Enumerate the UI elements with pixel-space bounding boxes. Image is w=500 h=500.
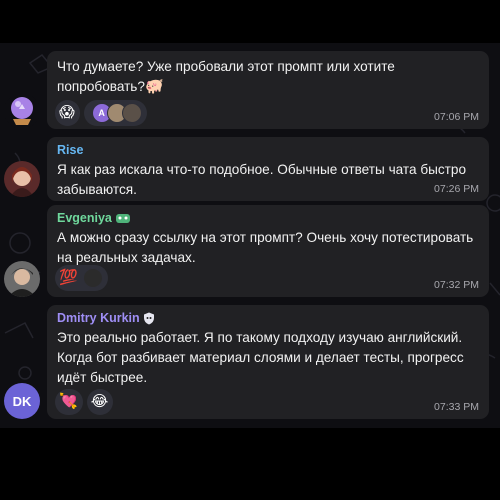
message-bubble[interactable]: Evgeniya А можно сразу ссылку на этот пр… [47,205,489,297]
reactor-avatar [82,268,103,288]
avatar-dk[interactable]: DK [4,383,40,419]
avatar[interactable] [4,93,40,129]
message-text: А можно сразу ссылку на этот промпт? Оче… [57,230,474,265]
reactor-avatar [121,103,142,123]
chat-area: Что думаете? Уже пробовали этот промпт и… [0,43,500,428]
reaction-avatars-chip[interactable]: A [83,100,147,126]
message-time: 07:26 PM [434,183,479,195]
message-text: Я как раз искала что-то подобное. Обычны… [57,162,467,197]
custom-emoji-badge-icon [115,214,130,223]
shield-badge-icon [143,312,154,325]
pig-emoji: 🐖 [144,78,164,95]
message-bubble[interactable]: Что думаете? Уже пробовали этот промпт и… [47,51,489,129]
avatar-initials: DK [12,393,32,409]
message-bubble[interactable]: Rise Я как раз искала что-то подобное. О… [47,137,489,201]
scream-emoji: 😱 [59,104,75,121]
message-time: 07:32 PM [434,279,479,291]
reaction-chip[interactable]: 😱 [55,100,80,126]
hundred-points-emoji: 💯 [59,269,78,286]
avatar[interactable] [4,261,40,297]
heart-arrow-emoji: 💘 [59,393,78,410]
sender-name[interactable]: Rise [57,143,479,158]
crystal-ball-avatar-icon [4,93,40,129]
reaction-chip[interactable]: 💯 [55,265,108,291]
sender-name[interactable]: Evgeniya [57,211,479,226]
message-time: 07:06 PM [434,111,479,123]
joy-emoji: 😂 [90,393,109,410]
message-bubble[interactable]: Dmitry Kurkin Это реально работает. Я по… [47,305,489,419]
message-text: Это реально работает. Я по такому подход… [57,330,464,385]
message-text: Что думаете? Уже пробовали этот промпт и… [57,59,395,95]
user-photo-avatar [4,161,40,197]
user-photo-avatar [4,261,40,297]
avatar[interactable] [4,161,40,197]
reaction-chip[interactable]: 😂 [86,389,114,415]
message-time: 07:33 PM [434,401,479,413]
reaction-chip[interactable]: 💘 [55,389,83,415]
sender-name[interactable]: Dmitry Kurkin [57,311,479,326]
